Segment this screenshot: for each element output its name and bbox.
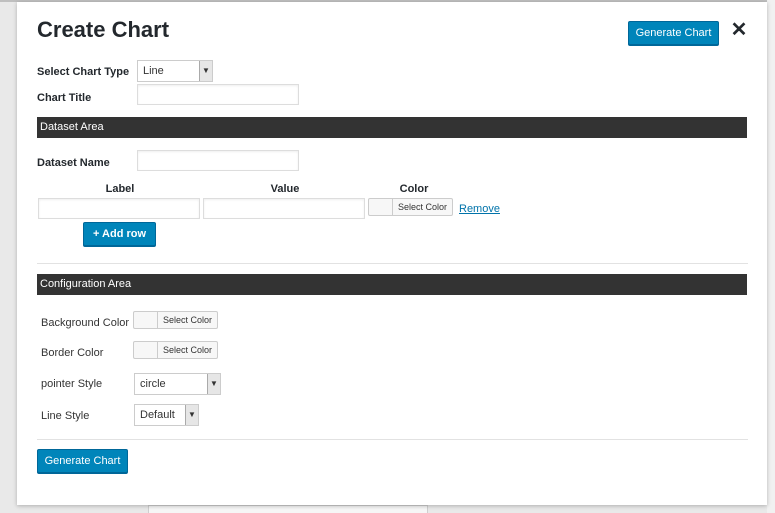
dataset-area-header: Dataset Area — [37, 117, 747, 138]
border-select-color-button[interactable]: Select Color — [157, 341, 219, 359]
pointer-style-select[interactable]: circle ▼ — [134, 373, 221, 395]
dataset-name-label: Dataset Name — [37, 157, 110, 169]
row-color-swatch[interactable] — [368, 198, 393, 216]
generate-chart-button-bottom[interactable]: Generate Chart — [37, 449, 128, 473]
background-color-swatch[interactable] — [133, 311, 158, 329]
configuration-area-header: Configuration Area — [37, 274, 747, 295]
chart-title-input[interactable] — [137, 84, 299, 105]
chevron-down-icon: ▼ — [207, 374, 220, 394]
pointer-style-value: circle — [140, 378, 166, 390]
border-color-label: Border Color — [41, 347, 104, 359]
row-label-input[interactable] — [38, 198, 200, 219]
row-select-color-button[interactable]: Select Color — [392, 198, 454, 216]
background-color-label: Background Color — [41, 317, 130, 329]
chevron-down-icon: ▼ — [185, 405, 198, 425]
backdrop-right-panel — [767, 0, 775, 513]
background-color-picker[interactable]: Select Color — [133, 311, 219, 329]
modal-title: Create Chart — [37, 17, 170, 42]
line-style-value: Default — [140, 409, 175, 421]
pointer-style-label: pointer Style — [41, 378, 103, 390]
generate-chart-button-top[interactable]: Generate Chart — [628, 21, 719, 45]
backdrop-bottom-field — [148, 505, 428, 513]
chart-type-label: Select Chart Type — [37, 66, 130, 78]
line-style-label: Line Style — [41, 410, 90, 422]
create-chart-modal: Create Chart Generate Chart ✕ Select Cha… — [17, 2, 767, 505]
background-select-color-button[interactable]: Select Color — [157, 311, 219, 329]
section-divider — [37, 263, 748, 264]
chart-type-select[interactable]: Line ▼ — [137, 60, 213, 82]
close-icon[interactable]: ✕ — [730, 20, 748, 40]
row-color-picker[interactable]: Select Color — [368, 198, 454, 216]
chart-type-value: Line — [143, 65, 164, 77]
row-value-input[interactable] — [203, 198, 365, 219]
column-header-label: Label — [105, 183, 135, 195]
chart-title-label: Chart Title — [37, 92, 92, 104]
dataset-name-input[interactable] — [137, 150, 299, 171]
remove-row-link[interactable]: Remove — [459, 203, 500, 215]
add-row-button[interactable]: + Add row — [83, 222, 156, 246]
border-color-swatch[interactable] — [133, 341, 158, 359]
chevron-down-icon: ▼ — [199, 61, 212, 81]
column-header-value: Value — [270, 183, 300, 195]
footer-divider — [37, 439, 748, 440]
column-header-color: Color — [399, 183, 429, 195]
line-style-select[interactable]: Default ▼ — [134, 404, 199, 426]
border-color-picker[interactable]: Select Color — [133, 341, 219, 359]
